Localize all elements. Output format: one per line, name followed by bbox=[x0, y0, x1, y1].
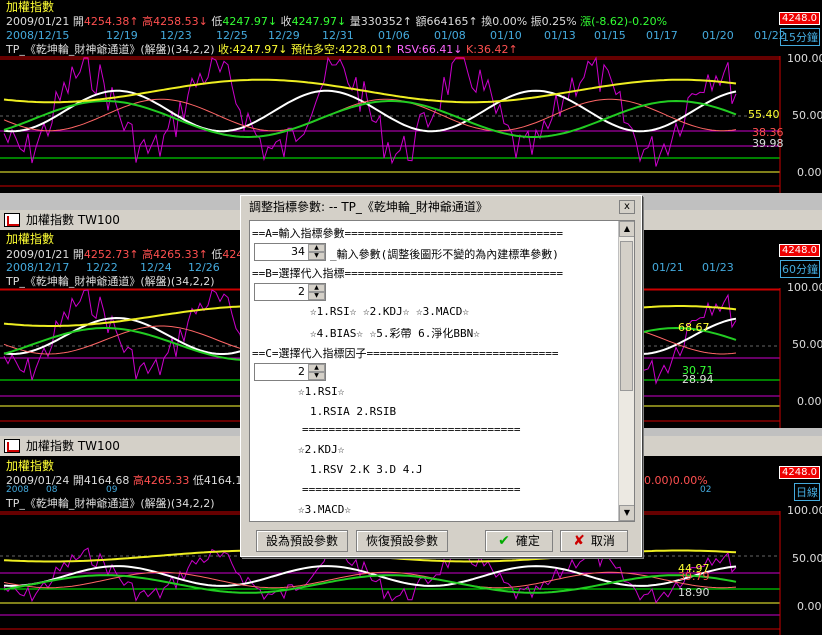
date-tick: 12/26 bbox=[188, 261, 220, 274]
param-list: ==A=輸入指標參數==============================… bbox=[249, 220, 635, 522]
spin-down-icon[interactable]: ▼ bbox=[308, 252, 325, 260]
date-tick: 12/19 bbox=[106, 29, 138, 42]
scale-0: 0.00 bbox=[797, 395, 822, 408]
indicator-options-1: ☆1.RSI☆ ☆2.KDJ☆ ☆3.MACD☆ bbox=[310, 305, 469, 318]
param-a-desc: _輸入參數(調整後圖形不變的為內建標準參數) bbox=[330, 248, 559, 261]
value-label: 55.40 bbox=[748, 108, 780, 121]
scale-0: 0.00 bbox=[797, 166, 822, 179]
value-label: 68.67 bbox=[678, 321, 710, 334]
param-a-stepper[interactable]: 34 ▲ ▼ bbox=[254, 243, 326, 261]
spin-up-icon[interactable]: ▲ bbox=[308, 244, 325, 252]
spin-up-icon[interactable]: ▲ bbox=[308, 284, 325, 292]
check-icon: ✔ bbox=[498, 533, 510, 549]
date-tick: 2008/12/17 bbox=[6, 261, 70, 274]
date-tick: 12/24 bbox=[140, 261, 172, 274]
value-label: 39.79 bbox=[678, 570, 710, 583]
period-label[interactable]: 15分鐘 bbox=[780, 28, 820, 46]
scroll-thumb[interactable] bbox=[620, 241, 633, 391]
chart-app-icon bbox=[4, 213, 20, 227]
scroll-up-icon[interactable]: ▲ bbox=[619, 221, 634, 237]
scale-0: 0.00 bbox=[797, 600, 822, 613]
date-tick: 01/23 bbox=[702, 261, 734, 274]
spin-up-icon[interactable]: ▲ bbox=[308, 364, 325, 372]
param-c-stepper[interactable]: 2 ▲ ▼ bbox=[254, 363, 326, 381]
indicator-options-2: ☆4.BIAS☆ ☆5.彩帶 6.淨化BBN☆ bbox=[310, 327, 480, 340]
factor-macd-title: ☆3.MACD☆ bbox=[298, 503, 351, 516]
change-text: 0.00)0.00% bbox=[644, 474, 708, 487]
spin-down-icon[interactable]: ▼ bbox=[308, 372, 325, 380]
section-a-header: ==A=輸入指標參數==============================… bbox=[252, 227, 564, 240]
chart-panel-15min: 加權指數 2009/01/21 開4254.38↑ 高4258.53↓ 低424… bbox=[0, 0, 822, 193]
restore-default-button[interactable]: 恢復預設參數 bbox=[356, 530, 448, 552]
cancel-button[interactable]: ✘ 取消 bbox=[560, 530, 628, 552]
date-tick: 01/17 bbox=[646, 29, 678, 42]
value-label: 18.90 bbox=[678, 586, 710, 599]
date-tick: 01/15 bbox=[594, 29, 626, 42]
panel-name: 加權指數 bbox=[6, 459, 55, 473]
panel-name: 加權指數 bbox=[6, 0, 55, 14]
price-box: 4248.0 bbox=[779, 466, 820, 479]
date-tick: 01/06 bbox=[378, 29, 410, 42]
dialog-scrollbar[interactable]: ▲ ▼ bbox=[618, 221, 634, 521]
spin-down-icon[interactable]: ▼ bbox=[308, 292, 325, 300]
date-tick: 12/25 bbox=[216, 29, 248, 42]
date-tick: 01/20 bbox=[702, 29, 734, 42]
factor-rsi-options: 1.RSIA 2.RSIB bbox=[310, 405, 397, 418]
price-box: 4248.0 bbox=[779, 244, 820, 257]
date-tick: 12/22 bbox=[86, 261, 118, 274]
indicator-row: TP_《乾坤輪_財神爺通道》(解盤)(34,2,2) bbox=[6, 275, 215, 288]
panel-name: 加權指數 bbox=[6, 232, 55, 246]
value-label: 28.94 bbox=[682, 373, 714, 386]
date-tick: 12/31 bbox=[322, 29, 354, 42]
value-label: 39.98 bbox=[752, 137, 784, 150]
section-b-header: ==B=選擇代入指標==============================… bbox=[252, 267, 564, 280]
date-tick: 01/21 bbox=[652, 261, 684, 274]
ok-button[interactable]: ✔ 確定 bbox=[485, 530, 553, 552]
price-info-row: 2009/01/24 開4164.68 高4265.33 低4164.1 bbox=[6, 474, 243, 487]
scale-100: 100.00 bbox=[787, 52, 822, 65]
close-icon[interactable]: x bbox=[619, 200, 635, 214]
d-line bbox=[3, 98, 737, 132]
factor-kdj-options: 1.RSV 2.K 3.D 4.J bbox=[310, 463, 423, 476]
chart-app-icon bbox=[4, 439, 20, 453]
set-default-button[interactable]: 設為預設參數 bbox=[256, 530, 348, 552]
separator: ================================= bbox=[302, 483, 521, 496]
date-tick: 01/22 bbox=[754, 29, 786, 42]
scale-100: 100.00 bbox=[787, 504, 822, 517]
date-tick: 01/08 bbox=[434, 29, 466, 42]
date-tick: 01/13 bbox=[544, 29, 576, 42]
factor-rsi-title: ☆1.RSI☆ bbox=[298, 385, 345, 398]
price-info-row: 2009/01/21 開4254.38↑ 高4258.53↓ 低4247.97↓… bbox=[6, 15, 668, 28]
scroll-down-icon[interactable]: ▼ bbox=[619, 505, 634, 521]
date-tick: 01/10 bbox=[490, 29, 522, 42]
factor-kdj-title: ☆2.KDJ☆ bbox=[298, 443, 345, 456]
adjust-params-dialog: 調整指標參數: -- TP_《乾坤輪_財神爺通道》 x ==A=輸入指標參數==… bbox=[240, 195, 642, 557]
date-tick: 2008 bbox=[6, 485, 29, 495]
price-info-row: 2009/01/21 開4252.73↑ 高4265.33↑ 低4247 bbox=[6, 248, 251, 261]
indicator-chart bbox=[0, 56, 781, 193]
scale-50: 50.00 bbox=[792, 109, 822, 122]
date-tick: 08 bbox=[46, 485, 58, 495]
period-label[interactable]: 60分鐘 bbox=[780, 260, 820, 278]
rsv-line bbox=[3, 56, 737, 167]
dialog-title[interactable]: 調整指標參數: -- TP_《乾坤輪_財神爺通道》 bbox=[241, 196, 641, 218]
scale-50: 50.00 bbox=[792, 338, 822, 351]
indicator-row: TP_《乾坤輪_財神爺通道》(解盤)(34,2,2) bbox=[6, 497, 215, 510]
price-box: 4248.0 bbox=[779, 12, 820, 25]
param-b-stepper[interactable]: 2 ▲ ▼ bbox=[254, 283, 326, 301]
indicator-row: TP_《乾坤輪_財神爺通道》(解盤)(34,2,2) 收:4247.97↓ 預估… bbox=[6, 43, 518, 56]
x-icon: ✘ bbox=[573, 533, 585, 549]
scale-100: 100.00 bbox=[787, 281, 822, 294]
separator: ================================= bbox=[302, 423, 521, 436]
date-tick: 12/29 bbox=[268, 29, 300, 42]
date-tick: 09 bbox=[106, 485, 118, 495]
date-tick: 02 bbox=[700, 485, 712, 495]
date-tick: 12/23 bbox=[160, 29, 192, 42]
section-c-header: ==C=選擇代入指標因子============================… bbox=[252, 347, 559, 360]
date-tick: 2008/12/15 bbox=[6, 29, 70, 42]
period-label[interactable]: 日線 bbox=[794, 483, 820, 501]
scale-50: 50.00 bbox=[792, 552, 822, 565]
